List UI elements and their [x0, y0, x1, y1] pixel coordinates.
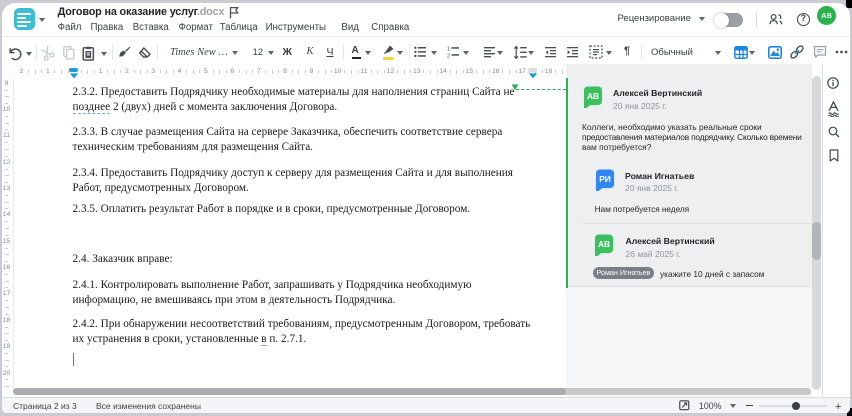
svg-text:АВ: АВ — [587, 91, 599, 101]
svg-text:АВ: АВ — [598, 239, 610, 249]
svg-text:РИ: РИ — [599, 174, 611, 184]
svg-text:1: 1 — [447, 47, 450, 53]
svg-text:2: 2 — [447, 54, 450, 59]
